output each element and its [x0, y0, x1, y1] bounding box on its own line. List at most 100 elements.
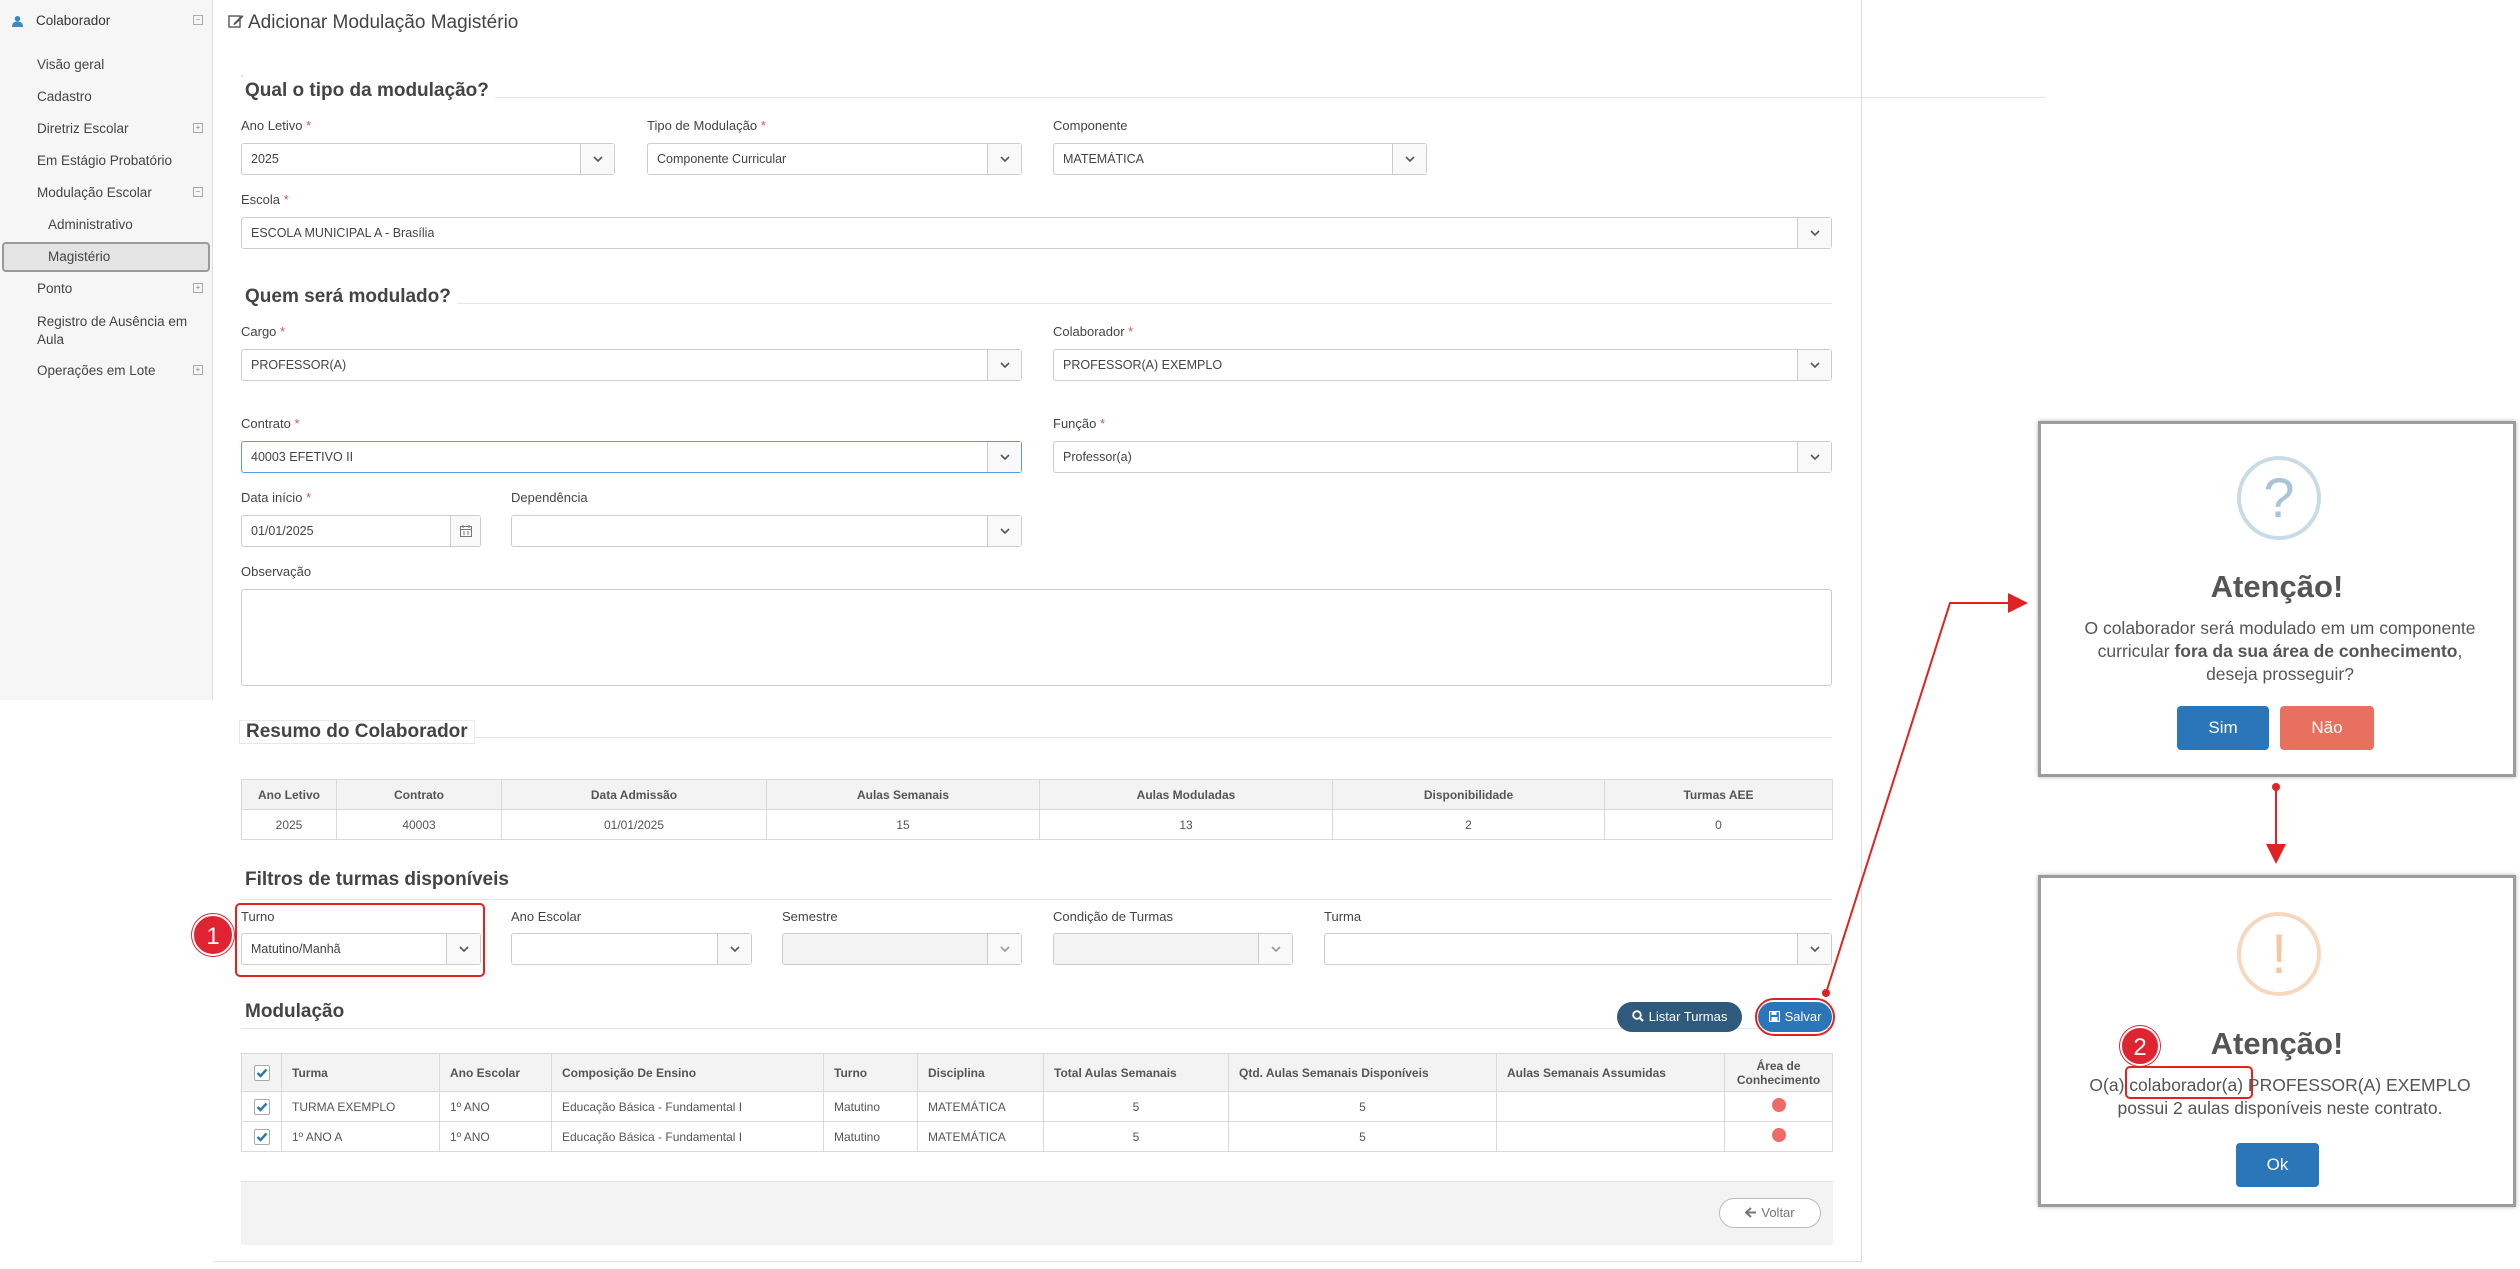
- chevron-down-icon: [1797, 218, 1831, 248]
- table-cell: 5: [1228, 1091, 1497, 1122]
- calendar-icon[interactable]: [450, 516, 480, 546]
- ano-letivo-label: Ano Letivo *: [241, 118, 312, 133]
- condicao-select[interactable]: [1053, 933, 1293, 965]
- observacao-textarea[interactable]: [241, 589, 1832, 686]
- collapse-icon[interactable]: −: [193, 15, 203, 25]
- tipo-modulacao-select[interactable]: Componente Curricular: [647, 143, 1022, 175]
- table-cell: TURMA EXEMPLO: [281, 1091, 440, 1122]
- chevron-down-icon: [717, 934, 751, 964]
- componente-select[interactable]: MATEMÁTICA: [1053, 143, 1427, 175]
- column-header: Aulas Semanais Assumidas: [1496, 1053, 1725, 1092]
- chevron-down-icon: [987, 144, 1021, 174]
- table-cell: 1º ANO A: [281, 1121, 440, 1152]
- form-footer: Voltar: [241, 1181, 1833, 1245]
- table-cell: MATEMÁTICA: [917, 1091, 1044, 1122]
- save-icon: [1768, 1010, 1780, 1023]
- sidebar-label: Operações em Lote: [37, 363, 156, 378]
- table-row[interactable]: 1º ANO A 1º ANO Educação Básica - Fundam…: [241, 1121, 1833, 1152]
- table-cell: 2025: [241, 809, 337, 840]
- column-header: Área de Conhecimento: [1724, 1053, 1833, 1092]
- escola-select[interactable]: ESCOLA MUNICIPAL A - Brasília: [241, 217, 1832, 249]
- contrato-label: Contrato *: [241, 416, 300, 431]
- nao-button[interactable]: Não: [2280, 706, 2374, 750]
- aulas-assumidas-cell[interactable]: [1496, 1121, 1725, 1152]
- chevron-down-icon: [1797, 350, 1831, 380]
- check-icon: [256, 1102, 267, 1112]
- column-header: Total Aulas Semanais: [1043, 1053, 1229, 1092]
- info-dialog: ! Atenção! 2 O(a) colaborador(a) PROFESS…: [2038, 875, 2516, 1207]
- expand-icon[interactable]: +: [193, 283, 203, 293]
- section-title: Modulação: [239, 1001, 351, 1023]
- row-select-cell[interactable]: [241, 1121, 282, 1152]
- table-row[interactable]: TURMA EXEMPLO 1º ANO Educação Básica - F…: [241, 1091, 1833, 1122]
- column-header: Turno: [823, 1053, 918, 1092]
- row-select-cell[interactable]: [241, 1091, 282, 1122]
- table-cell: Educação Básica - Fundamental I: [551, 1121, 824, 1152]
- sidebar-label: Administrativo: [48, 217, 133, 232]
- table-cell: 1º ANO: [439, 1091, 552, 1122]
- chevron-down-icon: [1392, 144, 1426, 174]
- select-all-checkbox[interactable]: [253, 1064, 270, 1081]
- chevron-down-icon: [987, 442, 1021, 472]
- column-header: Qtd. Aulas Semanais Disponíveis: [1228, 1053, 1497, 1092]
- turno-select[interactable]: Matutino/Manhã: [241, 933, 481, 965]
- chevron-down-icon: [580, 144, 614, 174]
- sim-button[interactable]: Sim: [2177, 706, 2269, 750]
- ano-escolar-select[interactable]: [511, 933, 752, 965]
- semestre-label: Semestre: [782, 909, 838, 924]
- column-header: Turmas AEE: [1604, 779, 1833, 810]
- sidebar-label: Cadastro: [37, 89, 92, 104]
- dependencia-select[interactable]: [511, 515, 1022, 547]
- colaborador-label: Colaborador *: [1053, 324, 1134, 339]
- table-cell: Matutino: [823, 1091, 918, 1122]
- sidebar-label: Em Estágio Probatório: [37, 153, 173, 168]
- expand-icon[interactable]: +: [193, 123, 203, 133]
- turma-select[interactable]: [1324, 933, 1832, 965]
- column-header: Composição De Ensino: [551, 1053, 824, 1092]
- table-cell: 40003: [336, 809, 502, 840]
- table-cell: 2: [1332, 809, 1605, 840]
- data-inicio-field[interactable]: 01/01/2025: [241, 515, 481, 547]
- colaborador-select[interactable]: PROFESSOR(A) EXEMPLO: [1053, 349, 1832, 381]
- check-icon: [256, 1068, 267, 1078]
- ano-letivo-select[interactable]: 2025: [241, 143, 615, 175]
- modulacao-table: Turma Ano Escolar Composição De Ensino T…: [241, 1053, 1833, 1152]
- ok-button[interactable]: Ok: [2236, 1143, 2319, 1187]
- table-cell: MATEMÁTICA: [917, 1121, 1044, 1152]
- chevron-down-icon: [987, 350, 1021, 380]
- table-cell: Educação Básica - Fundamental I: [551, 1091, 824, 1122]
- arrow-left-icon: [1744, 1207, 1757, 1218]
- data-inicio-label: Data início *: [241, 490, 312, 505]
- chevron-down-icon: [446, 934, 480, 964]
- salvar-label: Salvar: [1784, 1009, 1822, 1024]
- dialog-title: Atenção!: [2210, 1026, 2344, 1061]
- section-title: Quem será modulado?: [239, 286, 457, 308]
- expand-icon[interactable]: +: [193, 365, 203, 375]
- listar-turmas-button[interactable]: Listar Turmas: [1617, 1002, 1742, 1032]
- select-all-header[interactable]: [241, 1053, 282, 1092]
- condicao-label: Condição de Turmas: [1053, 909, 1173, 924]
- column-header: Data Admissão: [501, 779, 767, 810]
- row-checkbox[interactable]: [253, 1128, 270, 1145]
- semestre-select[interactable]: [782, 933, 1022, 965]
- table-cell: 5: [1043, 1091, 1229, 1122]
- componente-label: Componente: [1053, 118, 1128, 133]
- turma-label: Turma: [1324, 909, 1362, 924]
- salvar-button[interactable]: Salvar: [1758, 1002, 1832, 1032]
- column-header: Disponibilidade: [1332, 779, 1605, 810]
- collapse-icon[interactable]: −: [193, 187, 203, 197]
- listar-turmas-label: Listar Turmas: [1648, 1009, 1728, 1024]
- chevron-down-icon: [1258, 934, 1292, 964]
- table-cell: 5: [1043, 1121, 1229, 1152]
- warning-icon: !: [2237, 912, 2321, 996]
- row-checkbox[interactable]: [253, 1098, 270, 1115]
- voltar-button[interactable]: Voltar: [1719, 1198, 1821, 1228]
- contrato-select[interactable]: 40003 EFETIVO II: [241, 441, 1022, 473]
- dependencia-label: Dependência: [511, 490, 588, 505]
- page-title: Adicionar Modulação Magistério: [228, 12, 518, 34]
- sidebar-label: Modulação Escolar: [37, 185, 152, 200]
- cargo-select[interactable]: PROFESSOR(A): [241, 349, 1022, 381]
- funcao-select[interactable]: Professor(a): [1053, 441, 1832, 473]
- aulas-assumidas-cell[interactable]: [1496, 1091, 1725, 1122]
- sidebar-label: Visão geral: [37, 57, 105, 72]
